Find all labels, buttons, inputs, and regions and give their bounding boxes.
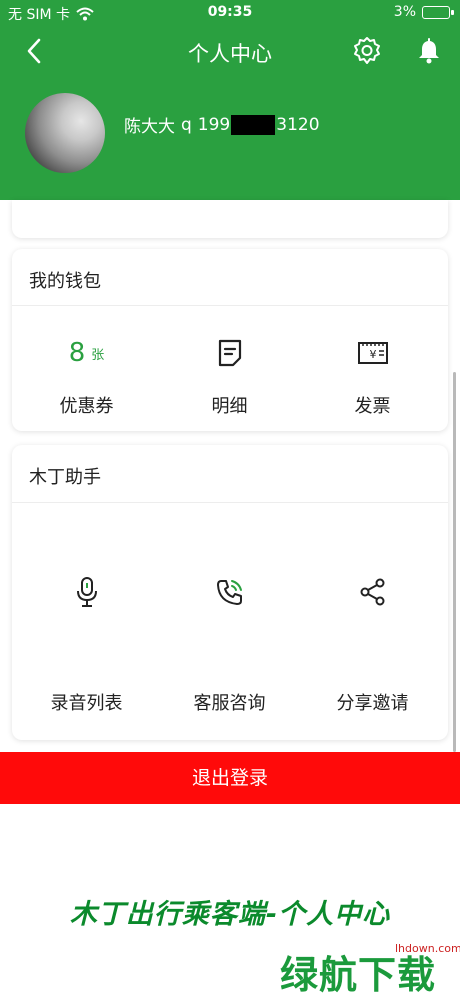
invoice-icon: ¥ bbox=[357, 342, 388, 364]
microphone-icon bbox=[76, 577, 97, 607]
invoice-label: 发票 bbox=[354, 396, 391, 417]
battery-icon bbox=[422, 5, 454, 19]
customer-service-label: 客服咨询 bbox=[193, 693, 266, 714]
watermark-site: lhdown.com bbox=[395, 942, 460, 955]
status-right: 3% bbox=[393, 4, 454, 20]
profile-header: 无 SIM 卡 09:35 3% 个人中心 陈大大 q 199 3120 bbox=[0, 0, 460, 200]
watermark-caption: 木丁出行乘客端-个人中心 bbox=[69, 899, 391, 930]
share-invite-label: 分享邀请 bbox=[336, 693, 409, 714]
user-prefix: q bbox=[181, 114, 192, 135]
svg-text:¥: ¥ bbox=[369, 348, 376, 361]
top-card bbox=[12, 200, 448, 238]
coupon-count: 8 张 bbox=[14, 336, 159, 370]
gear-icon[interactable] bbox=[352, 36, 382, 66]
divider bbox=[12, 502, 448, 503]
divider bbox=[12, 305, 448, 306]
phone-start: 199 bbox=[197, 114, 231, 135]
wallet-title: 我的钱包 bbox=[29, 271, 101, 292]
logout-button[interactable]: 退出登录 bbox=[0, 752, 460, 804]
bell-icon[interactable] bbox=[414, 36, 444, 66]
share-icon bbox=[360, 578, 384, 606]
invoice-item[interactable]: ¥ 发票 bbox=[300, 336, 445, 418]
phone-icon bbox=[216, 580, 242, 605]
nav-bar: 个人中心 bbox=[0, 30, 460, 74]
coupon-unit: 张 bbox=[91, 347, 105, 363]
coupon-value: 8 bbox=[68, 338, 86, 368]
coupon-item[interactable]: 8 张 优惠券 bbox=[14, 336, 159, 418]
detail-icon bbox=[218, 339, 241, 367]
recording-list-label: 录音列表 bbox=[50, 693, 123, 714]
status-time: 09:35 bbox=[207, 4, 253, 20]
page-title: 个人中心 bbox=[188, 42, 272, 66]
coupon-label: 优惠券 bbox=[59, 396, 114, 417]
phone-end: 3120 bbox=[276, 114, 320, 135]
wallet-card: 我的钱包 8 张 优惠券 明细 ¥ 发票 bbox=[12, 249, 448, 431]
assistant-title: 木丁助手 bbox=[29, 467, 101, 488]
phone-redaction bbox=[231, 114, 276, 135]
detail-label: 明细 bbox=[211, 396, 248, 417]
user-info: 陈大大 q 199 3120 bbox=[124, 112, 320, 137]
battery-percent: 3% bbox=[393, 4, 416, 20]
user-name: 陈大大 bbox=[124, 117, 175, 137]
share-invite-item[interactable]: 分享邀请 bbox=[300, 575, 445, 715]
assistant-card: 木丁助手 录音列表 客服咨询 分享邀请 bbox=[12, 445, 448, 740]
scrollbar[interactable] bbox=[453, 372, 456, 752]
detail-item[interactable]: 明细 bbox=[157, 336, 302, 418]
recording-list-item[interactable]: 录音列表 bbox=[14, 575, 159, 715]
avatar[interactable] bbox=[25, 93, 105, 173]
customer-service-item[interactable]: 客服咨询 bbox=[157, 575, 302, 715]
status-bar: 无 SIM 卡 09:35 3% bbox=[0, 0, 460, 26]
